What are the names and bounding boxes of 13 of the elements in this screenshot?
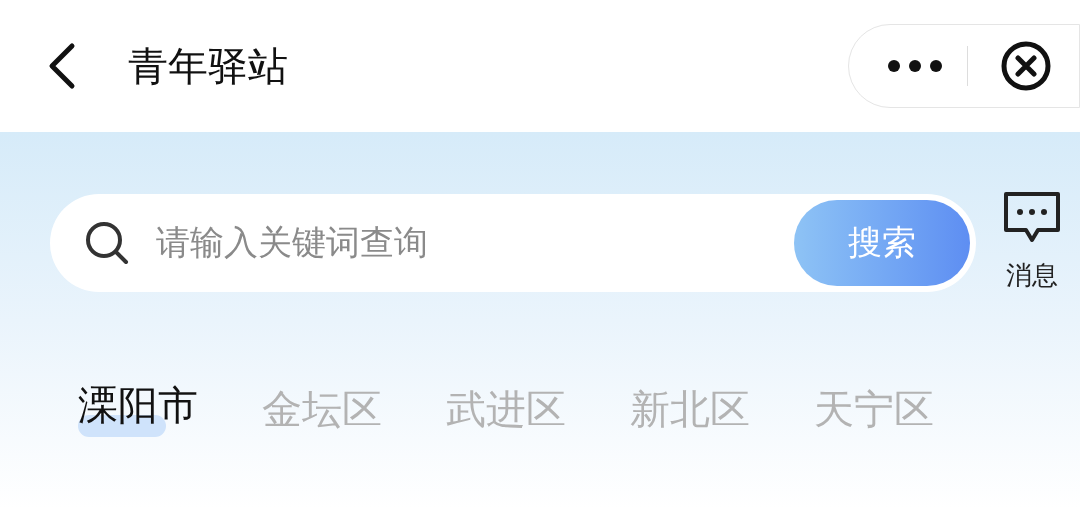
district-tab[interactable]: 天宁区 — [814, 385, 934, 433]
close-icon[interactable] — [1000, 40, 1052, 92]
search-button[interactable]: 搜索 — [794, 199, 970, 286]
district-tab[interactable]: 溧阳市 — [78, 381, 198, 437]
search-field[interactable]: 请输入关键词查询 搜索 — [50, 193, 976, 292]
page-title: 青年驿站 — [128, 42, 288, 91]
message-label: 消息 — [1006, 259, 1058, 292]
district-tab[interactable]: 武进区 — [446, 385, 566, 433]
search-icon — [84, 219, 130, 266]
search-input[interactable]: 请输入关键词查询 — [156, 217, 794, 268]
district-tab[interactable]: 新北区 — [630, 385, 750, 433]
district-tab[interactable]: 金坛区 — [262, 385, 382, 433]
more-icon[interactable] — [887, 59, 943, 73]
